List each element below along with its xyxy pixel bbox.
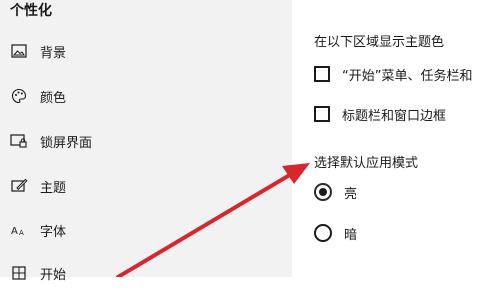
sidebar-item-colors[interactable]: 颜色: [0, 81, 292, 111]
sidebar: 个性化 背景 颜色 锁屏界面 主题 AA 字体 开始: [0, 0, 292, 283]
checkbox[interactable]: [314, 106, 330, 122]
checkbox[interactable]: [314, 66, 330, 82]
image-icon: [10, 42, 28, 60]
radio-selected-dot: [319, 188, 327, 196]
sidebar-item-label: 锁屏界面: [40, 135, 93, 151]
radio-label: 暗: [344, 227, 358, 243]
sidebar-item-label: 背景: [40, 45, 67, 61]
radio-button[interactable]: [314, 224, 332, 242]
sidebar-item-label: 主题: [40, 180, 67, 196]
accent-section-title: 在以下区域显示主题色: [314, 35, 445, 50]
sidebar-item-label: 颜色: [40, 90, 67, 106]
radio-label: 亮: [344, 186, 358, 202]
app-mode-light-option[interactable]: 亮: [314, 180, 357, 204]
svg-text:A: A: [19, 229, 24, 237]
start-icon: [10, 264, 28, 282]
sidebar-item-start[interactable]: 开始: [0, 258, 292, 288]
radio-button[interactable]: [314, 183, 332, 201]
sidebar-item-background[interactable]: 背景: [0, 36, 292, 66]
accent-option-title-bars[interactable]: 标题栏和窗口边框: [314, 102, 446, 126]
sidebar-item-label: 开始: [40, 267, 67, 283]
checkbox-label: 标题栏和窗口边框: [342, 108, 447, 124]
sidebar-item-lock-screen[interactable]: 锁屏界面: [0, 126, 292, 156]
sidebar-title: 个性化: [10, 3, 52, 19]
accent-option-start-taskbar[interactable]: “开始”菜单、任务栏和: [314, 62, 472, 86]
svg-text:A: A: [11, 226, 18, 237]
app-mode-section-title: 选择默认应用模式: [314, 156, 419, 171]
settings-content: 在以下区域显示主题色 “开始”菜单、任务栏和 标题栏和窗口边框 选择默认应用模式…: [292, 0, 477, 277]
palette-icon: [10, 87, 28, 105]
sidebar-item-fonts[interactable]: AA 字体: [0, 215, 292, 245]
sidebar-item-themes[interactable]: 主题: [0, 171, 292, 201]
font-icon: AA: [10, 221, 28, 239]
sidebar-item-label: 字体: [40, 224, 67, 240]
checkbox-label: “开始”菜单、任务栏和: [342, 68, 473, 84]
lock-screen-icon: [10, 132, 28, 150]
theme-icon: [10, 177, 28, 195]
app-mode-dark-option[interactable]: 暗: [314, 221, 357, 245]
